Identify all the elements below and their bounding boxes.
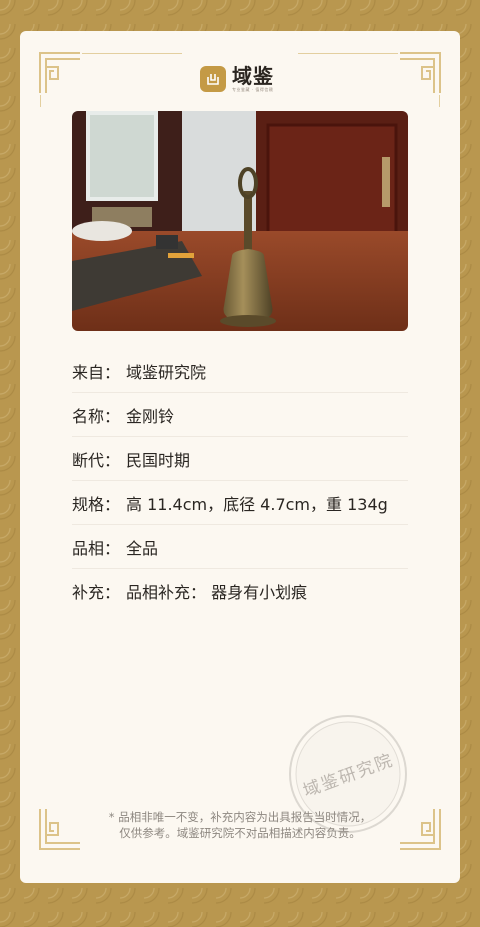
fret-corner-icon — [400, 52, 441, 93]
frame-line — [439, 95, 440, 107]
disclaimer: * 品相非唯一不变，补充内容为出具报告当时情况， 仅供参考。域鉴研究院不对品相描… — [80, 809, 400, 841]
info-value: 品相补充： 器身有小划痕 — [126, 582, 308, 602]
item-photo — [72, 111, 408, 331]
frame-line — [40, 95, 41, 107]
info-row-name: 名称： 金刚铃 — [72, 393, 408, 437]
disclaimer-line: 仅供参考。域鉴研究院不对品相描述内容负责。 — [119, 826, 361, 840]
brand-name: 域鉴 — [232, 64, 274, 88]
fret-corner-icon — [39, 52, 80, 93]
info-value: 高 11.4cm，底径 4.7cm，重 134g — [126, 494, 388, 514]
disclaimer-line: * 品相非唯一不变，补充内容为出具报告当时情况， — [108, 810, 372, 824]
info-value: 金刚铃 — [126, 406, 175, 426]
certificate-card: 域鉴 专业鉴藏 · 值得信赖 来自： 域鉴研究院 名称： 金刚铃 断代： 民国时… — [20, 31, 460, 883]
info-value: 全品 — [126, 538, 159, 558]
info-row-dating: 断代： 民国时期 — [72, 437, 408, 481]
brand-mark-icon — [200, 66, 226, 92]
info-list: 来自： 域鉴研究院 名称： 金刚铃 断代： 民国时期 规格： 高 11.4cm，… — [72, 349, 408, 612]
info-row-condition: 品相： 全品 — [72, 525, 408, 569]
info-label: 断代： — [72, 450, 121, 470]
info-value: 域鉴研究院 — [126, 362, 207, 382]
info-label: 品相： — [72, 538, 121, 558]
brand-slogan: 专业鉴藏 · 值得信赖 — [232, 87, 274, 92]
bronze-bell-photo-icon — [72, 111, 408, 331]
info-label: 名称： — [72, 406, 121, 426]
frame-line — [298, 53, 398, 54]
fret-corner-icon — [39, 809, 80, 850]
info-row-spec: 规格： 高 11.4cm，底径 4.7cm，重 134g — [72, 481, 408, 525]
info-value: 民国时期 — [126, 450, 191, 470]
frame-line — [82, 53, 182, 54]
info-label: 补充： — [72, 582, 121, 602]
info-label: 规格： — [72, 494, 121, 514]
brand-logo: 域鉴 专业鉴藏 · 值得信赖 — [200, 65, 274, 93]
info-row-supplement: 补充： 品相补充： 器身有小划痕 — [72, 569, 408, 612]
info-label: 来自： — [72, 362, 121, 382]
info-row-source: 来自： 域鉴研究院 — [72, 349, 408, 393]
